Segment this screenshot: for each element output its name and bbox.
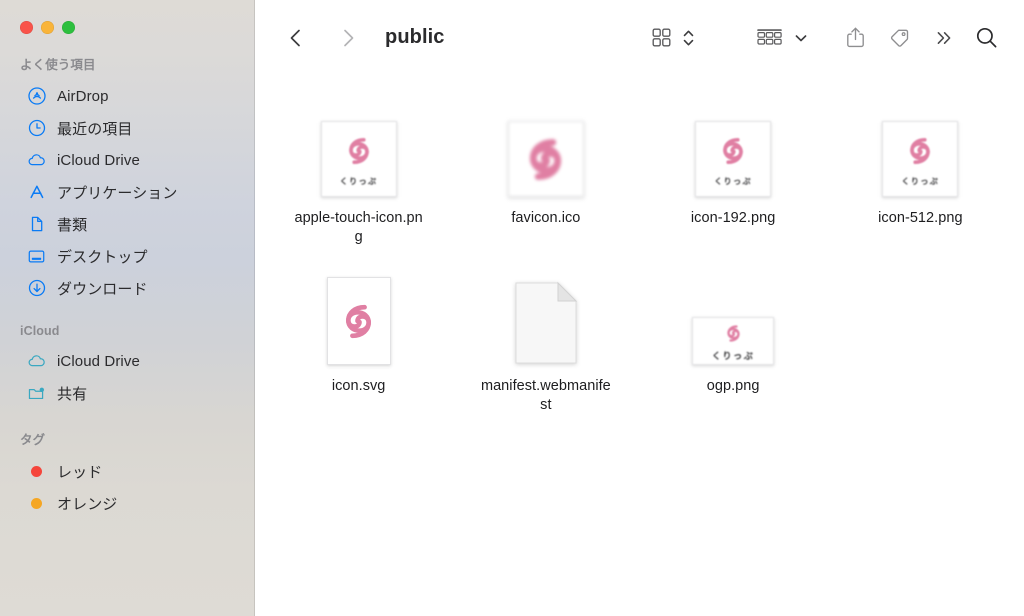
sidebar-item-airdrop[interactable]: AirDrop bbox=[8, 80, 247, 112]
file-thumbnail-wrap: くりっぷ bbox=[320, 101, 397, 197]
logo-mark bbox=[713, 131, 753, 171]
sidebar-item-downloads[interactable]: ダウンロード bbox=[8, 272, 247, 304]
file-thumbnail-wrap: くりっぷ bbox=[882, 101, 959, 197]
file-item[interactable]: くりっぷ icon-512.png bbox=[827, 101, 1014, 269]
logo-mark bbox=[515, 129, 576, 190]
sidebar-item-label: デスクトップ bbox=[57, 248, 148, 266]
logo-wordmark: くりっぷ bbox=[901, 177, 940, 186]
sidebar-section-tags: タグ レッド オレンジ bbox=[0, 429, 255, 519]
sidebar-header-tags: タグ bbox=[20, 433, 46, 447]
logo-wordmark: くりっぷ bbox=[714, 177, 752, 186]
file-name-label: icon.svg bbox=[331, 378, 386, 394]
sidebar-item-recents[interactable]: 最近の項目 bbox=[8, 112, 247, 144]
file-grid: くりっぷ apple-touch-icon.png favicon.ico くりっぷ i… bbox=[255, 75, 1024, 616]
file-name-label: manifest.webmanifest bbox=[480, 378, 611, 414]
clock-icon bbox=[27, 119, 46, 138]
shared-folder-icon bbox=[27, 384, 46, 403]
tag-button[interactable] bbox=[876, 21, 922, 55]
document-icon bbox=[27, 215, 46, 234]
zoom-button[interactable] bbox=[62, 21, 75, 34]
page-title: public bbox=[385, 26, 445, 48]
sidebar-item-label: iCloud Drive bbox=[57, 352, 140, 370]
tag-dot-orange-icon bbox=[27, 494, 46, 513]
finder-window: よく使う項目 AirDrop 最近の項目 iCloud Drive アプリケーシ… bbox=[0, 0, 1024, 616]
logo-wordmark: くりっぷ bbox=[711, 350, 755, 361]
file-item[interactable]: くりっぷ apple-touch-icon.png bbox=[265, 101, 452, 269]
sidebar-item-shared[interactable]: 共有 bbox=[8, 377, 247, 409]
file-item[interactable]: icon.svg bbox=[265, 269, 452, 437]
sidebar: よく使う項目 AirDrop 最近の項目 iCloud Drive アプリケーシ… bbox=[0, 0, 255, 616]
sidebar-item-label: オレンジ bbox=[57, 495, 118, 513]
sidebar-header-icloud: iCloud bbox=[20, 324, 60, 338]
file-thumbnail: くりっぷ bbox=[692, 317, 775, 365]
sidebar-item-label: AirDrop bbox=[57, 87, 109, 105]
more-button[interactable] bbox=[922, 21, 966, 55]
cloud-icon bbox=[27, 151, 46, 170]
file-thumbnail bbox=[507, 121, 584, 197]
file-thumbnail-wrap bbox=[507, 101, 584, 197]
file-name-label: icon-192.png bbox=[690, 210, 776, 226]
toolbar: public bbox=[255, 0, 1024, 75]
forward-button[interactable] bbox=[331, 21, 365, 55]
file-item[interactable]: favicon.ico bbox=[452, 101, 639, 269]
sidebar-item-label: ダウンロード bbox=[57, 280, 148, 298]
file-name-label: icon-512.png bbox=[878, 210, 963, 226]
file-thumbnail: くりっぷ bbox=[695, 121, 772, 197]
group-by-controls bbox=[750, 21, 814, 55]
file-thumbnail-wrap bbox=[514, 269, 578, 365]
logo-wordmark: くりっぷ bbox=[339, 177, 378, 186]
sidebar-item-label: 書類 bbox=[57, 216, 88, 234]
share-button[interactable] bbox=[834, 21, 876, 55]
file-item[interactable]: manifest.webmanifest bbox=[452, 269, 639, 437]
tag-dot-red-icon bbox=[27, 462, 46, 481]
sidebar-section-favorites: よく使う項目 AirDrop 最近の項目 iCloud Drive アプリケーシ… bbox=[0, 54, 255, 304]
view-controls bbox=[644, 21, 698, 55]
sidebar-item-tag-red[interactable]: レッド bbox=[8, 455, 247, 487]
logo-mark bbox=[721, 321, 746, 346]
logo-mark bbox=[900, 131, 940, 171]
airdrop-icon bbox=[27, 87, 46, 106]
file-item[interactable]: くりっぷ ogp.png bbox=[640, 269, 827, 437]
file-thumbnail: くりっぷ bbox=[320, 121, 397, 197]
close-button[interactable] bbox=[20, 21, 33, 34]
view-grid-button[interactable] bbox=[644, 21, 678, 55]
file-thumbnail-wrap: くりっぷ bbox=[692, 269, 775, 365]
sidebar-item-tag-orange[interactable]: オレンジ bbox=[8, 487, 247, 519]
file-thumbnail-wrap: くりっぷ bbox=[695, 101, 772, 197]
applications-icon bbox=[27, 183, 46, 202]
window-controls bbox=[0, 0, 255, 34]
sidebar-item-applications[interactable]: アプリケーション bbox=[8, 176, 247, 208]
logo-mark bbox=[339, 131, 379, 171]
file-item[interactable]: くりっぷ icon-192.png bbox=[640, 101, 827, 269]
cloud-icon bbox=[27, 352, 46, 371]
downloads-icon bbox=[27, 279, 46, 298]
file-name-label: ogp.png bbox=[706, 378, 760, 394]
file-name-label: favicon.ico bbox=[511, 210, 581, 226]
sidebar-item-label: iCloud Drive bbox=[57, 151, 140, 169]
chevron-down-icon[interactable] bbox=[788, 21, 814, 55]
sidebar-item-label: レッド bbox=[57, 463, 103, 481]
view-sort-button[interactable] bbox=[678, 21, 698, 55]
sidebar-header-favorites: よく使う項目 bbox=[20, 58, 96, 72]
sidebar-item-label: 最近の項目 bbox=[57, 120, 133, 138]
group-by-button[interactable] bbox=[750, 21, 788, 55]
sidebar-item-documents[interactable]: 書類 bbox=[8, 208, 247, 240]
file-name-label: apple-touch-icon.png bbox=[294, 210, 423, 246]
file-thumbnail-wrap bbox=[326, 269, 391, 365]
sidebar-item-icloud-drive[interactable]: iCloud Drive bbox=[8, 144, 247, 176]
logo-mark bbox=[333, 296, 384, 347]
file-thumbnail bbox=[514, 281, 578, 365]
sidebar-section-icloud: iCloud iCloud Drive 共有 bbox=[0, 324, 255, 409]
sidebar-item-icloud-drive-2[interactable]: iCloud Drive bbox=[8, 345, 247, 377]
file-thumbnail bbox=[326, 277, 391, 365]
desktop-icon bbox=[27, 247, 46, 266]
sidebar-item-desktop[interactable]: デスクトップ bbox=[8, 240, 247, 272]
sidebar-item-label: アプリケーション bbox=[57, 184, 178, 202]
file-thumbnail: くりっぷ bbox=[882, 121, 959, 197]
search-button[interactable] bbox=[966, 21, 1006, 55]
back-button[interactable] bbox=[279, 21, 313, 55]
minimize-button[interactable] bbox=[41, 21, 54, 34]
sidebar-item-label: 共有 bbox=[57, 385, 88, 403]
main-content: public くりっぷ apple-touch-icon.png favicon… bbox=[255, 0, 1024, 616]
